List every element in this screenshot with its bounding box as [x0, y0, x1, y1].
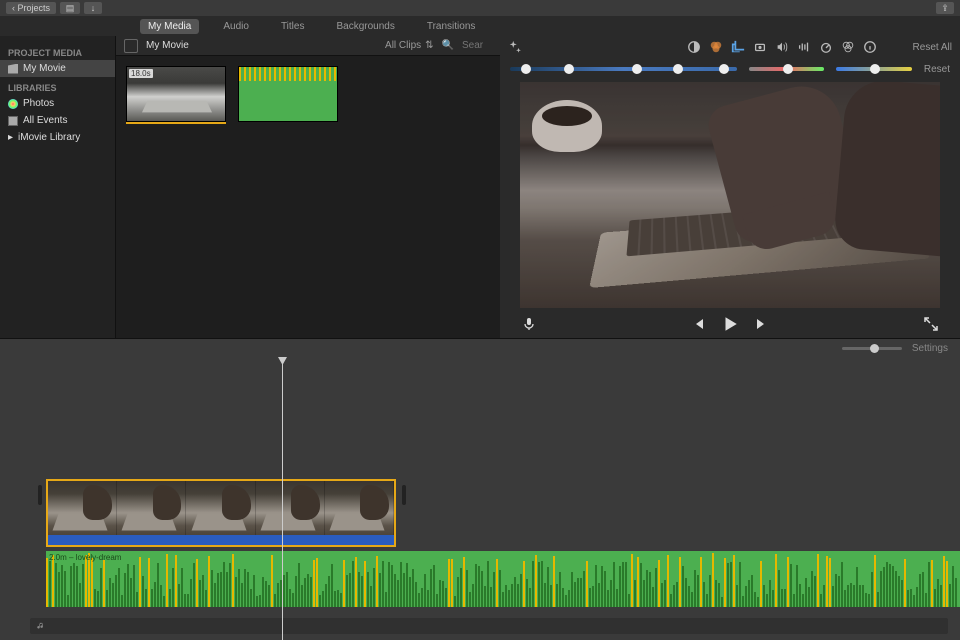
- volume-icon[interactable]: [775, 40, 789, 54]
- reset-all-button[interactable]: Reset All: [913, 42, 952, 53]
- fullscreen-icon[interactable]: [922, 315, 940, 333]
- calendar-icon: [8, 116, 18, 126]
- share-button[interactable]: ⇪: [936, 2, 954, 14]
- sidebar-heading-libraries: LIBRARIES: [0, 77, 115, 95]
- playhead[interactable]: [282, 357, 283, 640]
- next-frame-button[interactable]: [753, 315, 771, 333]
- disclosure-triangle-icon: ▸: [8, 132, 13, 143]
- sidebar-toggle-button[interactable]: ▤: [60, 2, 80, 14]
- media-tabs: My Media Audio Titles Backgrounds Transi…: [0, 16, 960, 36]
- timeline-audio-clip[interactable]: 2.0m – lovely-dream: [46, 551, 960, 607]
- back-label: Projects: [18, 3, 51, 13]
- preview-canvas: [520, 82, 940, 308]
- browser-title: My Movie: [146, 40, 189, 51]
- clip-audio-strip: [48, 535, 394, 545]
- timeline-video-clip[interactable]: [46, 479, 396, 547]
- color-balance-icon[interactable]: [687, 40, 701, 54]
- sidebar-project-label: My Movie: [23, 63, 66, 74]
- project-sidebar: PROJECT MEDIA My Movie LIBRARIES Photos …: [0, 36, 116, 338]
- clip-filter-dropdown[interactable]: All Clips ⇅: [385, 40, 434, 51]
- clip-filter-icon[interactable]: [841, 40, 855, 54]
- app-topbar: ‹ Projects ▤ ↓ ⇪: [0, 0, 960, 16]
- trim-handle-left[interactable]: [38, 485, 42, 505]
- timeline-body[interactable]: 2.0m – lovely-dream: [0, 357, 960, 640]
- audio-clip-label: 2.0m – lovely-dream: [49, 553, 121, 562]
- photos-icon: [8, 99, 18, 109]
- color-correction-sliders: Reset: [500, 58, 960, 80]
- microphone-icon[interactable]: [520, 315, 538, 333]
- media-browser: My Movie All Clips ⇅ 🔍 18.0s: [116, 36, 500, 338]
- import-button[interactable]: ↓: [84, 2, 102, 14]
- filter-label: All Clips: [385, 40, 421, 51]
- sidebar-project-item[interactable]: My Movie: [0, 60, 115, 77]
- chevron-left-icon: ‹: [12, 3, 15, 13]
- sidebar-item-label: All Events: [23, 115, 67, 126]
- timeline: Settings 2.0m – lovely-dream: [0, 338, 960, 640]
- timeline-settings-button[interactable]: Settings: [912, 343, 948, 354]
- browser-clip-audio[interactable]: [238, 66, 338, 122]
- search-input[interactable]: [462, 40, 492, 51]
- reset-color-button[interactable]: Reset: [924, 64, 950, 75]
- noise-reduction-icon[interactable]: [797, 40, 811, 54]
- crop-icon[interactable]: [731, 40, 745, 54]
- preview-viewer: Reset All Reset: [500, 36, 960, 338]
- timeline-zoom-slider[interactable]: [842, 347, 902, 350]
- magnifier-icon: 🔍: [442, 40, 454, 51]
- speed-icon[interactable]: [819, 40, 833, 54]
- clip-duration-badge: 18.0s: [129, 69, 153, 78]
- inspector-toolbar: Reset All: [500, 36, 960, 58]
- back-to-projects-button[interactable]: ‹ Projects: [6, 2, 56, 14]
- trim-handle-right[interactable]: [402, 485, 406, 505]
- sidebar-item-imovie-library[interactable]: ▸ iMovie Library: [0, 129, 115, 146]
- tab-audio[interactable]: Audio: [215, 19, 257, 34]
- tab-titles[interactable]: Titles: [273, 19, 313, 34]
- music-note-icon: [36, 621, 46, 631]
- clapperboard-icon: [8, 64, 18, 74]
- timeline-music-well[interactable]: [30, 618, 948, 634]
- sidebar-item-all-events[interactable]: All Events: [0, 112, 115, 129]
- timeline-header: Settings: [0, 339, 960, 357]
- preview-frame: [520, 82, 940, 308]
- prev-frame-button[interactable]: [689, 315, 707, 333]
- sidebar-item-label: Photos: [23, 98, 54, 109]
- tab-backgrounds[interactable]: Backgrounds: [328, 19, 402, 34]
- play-button[interactable]: [721, 315, 739, 333]
- sidebar-item-photos[interactable]: Photos: [0, 95, 115, 112]
- updown-icon: ⇅: [425, 40, 433, 51]
- sidebar-heading-project: PROJECT MEDIA: [0, 42, 115, 60]
- clip-appearance-button[interactable]: [124, 39, 138, 53]
- browser-header: My Movie All Clips ⇅ 🔍: [116, 36, 500, 56]
- transport-controls: [500, 310, 960, 338]
- browser-clip-video[interactable]: 18.0s: [126, 66, 226, 122]
- temperature-slider[interactable]: [836, 67, 912, 71]
- exposure-slider[interactable]: [510, 67, 737, 71]
- stabilization-icon[interactable]: [753, 40, 767, 54]
- saturation-slider[interactable]: [749, 67, 825, 71]
- auto-enhance-icon[interactable]: [508, 40, 522, 54]
- tab-my-media[interactable]: My Media: [140, 19, 199, 34]
- info-icon[interactable]: [863, 40, 877, 54]
- color-correction-icon[interactable]: [709, 40, 723, 54]
- sidebar-item-label: iMovie Library: [18, 132, 80, 143]
- tab-transitions[interactable]: Transitions: [419, 19, 484, 34]
- zoom-handle[interactable]: [870, 344, 879, 353]
